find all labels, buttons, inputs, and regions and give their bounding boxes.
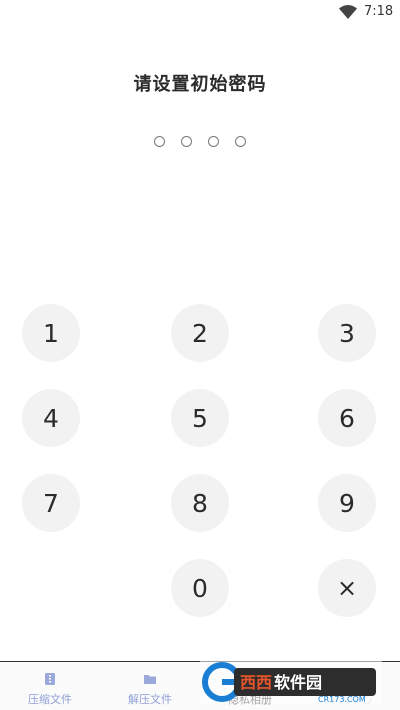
key-8[interactable]: 8 (171, 474, 229, 532)
svg-text:软件园: 软件园 (274, 673, 322, 692)
pin-dot (181, 136, 192, 147)
wifi-icon (339, 5, 357, 19)
svg-text:西西: 西西 (240, 673, 272, 692)
pin-dot (154, 136, 165, 147)
key-3[interactable]: 3 (318, 304, 376, 362)
pin-dot (235, 136, 246, 147)
nav-label-compress: 压缩文件 (28, 693, 72, 706)
key-6[interactable]: 6 (318, 389, 376, 447)
pin-dot (208, 136, 219, 147)
close-icon: × (336, 574, 358, 602)
status-time: 7:18 (364, 4, 394, 19)
nav-item-compress[interactable]: 压缩文件 (0, 662, 100, 710)
zip-file-icon (45, 673, 55, 685)
key-1[interactable]: 1 (22, 304, 80, 362)
key-5[interactable]: 5 (171, 389, 229, 447)
key-4[interactable]: 4 (22, 389, 80, 447)
key-9[interactable]: 9 (318, 474, 376, 532)
pin-indicator (152, 136, 252, 148)
delete-key[interactable]: × (318, 559, 376, 617)
key-7[interactable]: 7 (22, 474, 80, 532)
nav-item-extract[interactable]: 解压文件 (100, 662, 200, 710)
folder-icon (144, 675, 156, 684)
page-title: 请设置初始密码 (133, 74, 267, 95)
watermark-logo: 西西 软件园 CR173.COM (200, 660, 382, 704)
key-2[interactable]: 2 (171, 304, 229, 362)
nav-label-extract: 解压文件 (128, 693, 172, 706)
svg-text:CR173.COM: CR173.COM (318, 695, 366, 704)
key-0[interactable]: 0 (171, 559, 229, 617)
status-bar: 7:18 (0, 0, 400, 26)
